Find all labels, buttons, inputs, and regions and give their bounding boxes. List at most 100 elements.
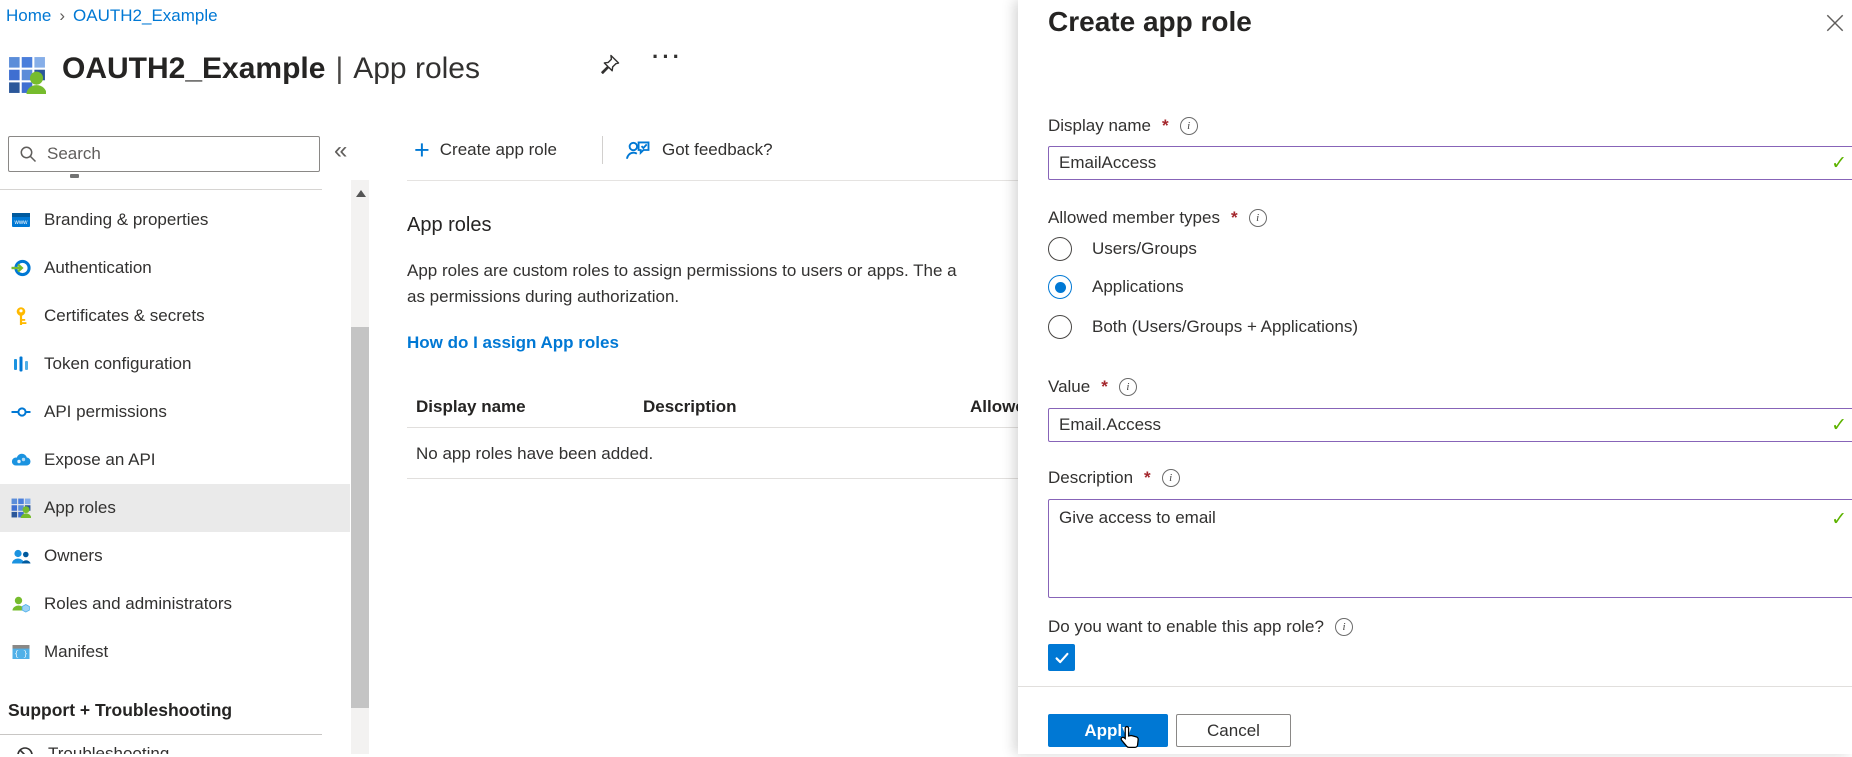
radio-applications[interactable]: Applications <box>1048 270 1184 304</box>
sidebar-item-api-permissions[interactable]: API permissions <box>0 388 350 436</box>
required-asterisk: * <box>1162 116 1169 136</box>
create-app-role-label: Create app role <box>440 140 557 160</box>
enable-app-role-label: Do you want to enable this app role? <box>1048 617 1324 637</box>
value-label: Value <box>1048 377 1090 397</box>
sidebar-item-roles-administrators[interactable]: Roles and administrators <box>0 580 350 628</box>
sidebar-item-label: Manifest <box>44 642 108 662</box>
sidebar-item-manifest[interactable]: { } Manifest <box>0 628 350 676</box>
enable-app-role-checkbox[interactable] <box>1048 644 1075 671</box>
info-icon[interactable]: i <box>1249 209 1267 227</box>
valid-check-icon: ✓ <box>1831 152 1847 174</box>
sidebar-item-label: API permissions <box>44 402 167 422</box>
sidebar-item-branding[interactable]: www Branding & properties <box>0 196 350 244</box>
sidebar-item-troubleshooting-partial[interactable]: Troubleshooting <box>0 744 330 754</box>
column-header-display-name: Display name <box>416 397 526 417</box>
sidebar-item-owners[interactable]: Owners <box>0 532 350 580</box>
app-registration-icon <box>8 56 46 99</box>
sidebar-item-authentication[interactable]: Authentication <box>0 244 350 292</box>
sidebar-item-label: Certificates & secrets <box>44 306 205 326</box>
required-asterisk: * <box>1231 208 1238 228</box>
got-feedback-label: Got feedback? <box>662 140 773 160</box>
page-title-separator: | <box>335 52 343 86</box>
cancel-button[interactable]: Cancel <box>1176 714 1291 747</box>
toolbar-divider <box>407 180 1018 181</box>
pin-icon[interactable] <box>596 52 622 83</box>
scrollbar-up-arrow-icon[interactable] <box>356 190 366 197</box>
collapse-sidebar-button[interactable]: « <box>334 136 347 166</box>
checkmark-icon <box>1053 649 1071 667</box>
description-textarea[interactable]: Give access to email ✓ <box>1048 499 1852 598</box>
branding-icon: www <box>10 209 32 231</box>
create-app-role-button[interactable]: + Create app role <box>414 134 557 166</box>
search-icon <box>19 145 37 163</box>
valid-check-icon: ✓ <box>1831 414 1847 436</box>
display-name-value: EmailAccess <box>1059 153 1156 173</box>
api-permissions-icon <box>10 401 32 423</box>
sidebar-item-certificates[interactable]: Certificates & secrets <box>0 292 350 340</box>
sidebar-nav: www Branding & properties Authentication <box>0 196 350 676</box>
radio-circle-icon <box>1048 237 1072 261</box>
value-value: Email.Access <box>1059 415 1161 435</box>
got-feedback-button[interactable]: Got feedback? <box>624 134 773 166</box>
value-input[interactable]: Email.Access ✓ <box>1048 408 1852 442</box>
info-icon[interactable]: i <box>1335 618 1353 636</box>
main-region: Home › OAUTH2_Example OAUTH2_Example | A… <box>0 0 1018 754</box>
key-icon <box>10 305 32 327</box>
radio-both[interactable]: Both (Users/Groups + Applications) <box>1048 310 1358 344</box>
radio-users-groups[interactable]: Users/Groups <box>1048 232 1197 266</box>
sidebar-section-header: Support + Troubleshooting <box>8 700 232 721</box>
feedback-icon <box>624 136 652 164</box>
page-title-app-name: OAUTH2_Example <box>62 52 325 86</box>
page-title: OAUTH2_Example | App roles <box>62 52 480 86</box>
assign-app-roles-link[interactable]: How do I assign App roles <box>407 333 619 353</box>
description-label: Description <box>1048 468 1133 488</box>
sidebar-item-label: Token configuration <box>44 354 191 374</box>
breadcrumb: Home › OAUTH2_Example <box>6 6 218 26</box>
sidebar-item-label: Expose an API <box>44 450 156 470</box>
sidebar-item-label: Roles and administrators <box>44 594 232 614</box>
svg-text:{ }: { } <box>14 651 28 659</box>
description-value: Give access to email <box>1059 508 1216 528</box>
description-label-row: Description * i <box>1048 468 1180 488</box>
info-icon[interactable]: i <box>1119 378 1137 396</box>
sidebar-divider <box>0 189 322 190</box>
enable-app-role-label-row: Do you want to enable this app role? i <box>1048 617 1353 637</box>
breadcrumb-current-link[interactable]: OAUTH2_Example <box>73 6 218 26</box>
table-empty-message: No app roles have been added. <box>416 444 653 464</box>
allowed-member-types-label-row: Allowed member types* i <box>1048 208 1267 228</box>
panel-footer-divider <box>1018 686 1852 687</box>
sidebar-item-expose-api[interactable]: Expose an API <box>0 436 350 484</box>
apply-button[interactable]: Apply <box>1048 714 1168 747</box>
search-input[interactable] <box>45 143 319 165</box>
table-header-divider <box>407 427 1018 428</box>
sidebar-section-divider <box>0 734 322 735</box>
sidebar-item-label: Branding & properties <box>44 210 208 230</box>
roles-administrators-icon <box>10 593 32 615</box>
page-title-blade-name: App roles <box>353 52 480 86</box>
required-asterisk: * <box>1144 468 1151 488</box>
authentication-icon <box>10 257 32 279</box>
close-icon[interactable] <box>1824 12 1846 39</box>
info-icon[interactable]: i <box>1180 117 1198 135</box>
info-icon[interactable]: i <box>1162 469 1180 487</box>
sidebar-item-token-configuration[interactable]: Token configuration <box>0 340 350 388</box>
column-header-allowed-member-types: Allowed member types <box>970 397 1018 417</box>
scrolled-item-sliver <box>70 174 79 178</box>
sliders-icon <box>10 353 32 375</box>
radio-label: Users/Groups <box>1092 239 1197 259</box>
display-name-label-row: Display name* i <box>1048 116 1198 136</box>
display-name-input[interactable]: EmailAccess ✓ <box>1048 146 1852 180</box>
troubleshooting-icon <box>14 744 36 754</box>
radio-circle-selected-icon <box>1048 275 1072 299</box>
breadcrumb-separator: › <box>59 6 65 26</box>
required-asterisk: * <box>1101 377 1108 397</box>
create-app-role-panel <box>1018 0 1852 754</box>
content-description: App roles are custom roles to assign per… <box>407 258 1018 310</box>
manifest-icon: { } <box>10 641 32 663</box>
valid-check-icon: ✓ <box>1831 508 1847 530</box>
sidebar-search <box>8 136 320 172</box>
sidebar-scrollbar-thumb[interactable] <box>351 327 369 708</box>
more-options-icon[interactable]: ··· <box>652 44 683 70</box>
sidebar-item-app-roles[interactable]: App roles <box>0 484 350 532</box>
breadcrumb-home-link[interactable]: Home <box>6 6 51 26</box>
